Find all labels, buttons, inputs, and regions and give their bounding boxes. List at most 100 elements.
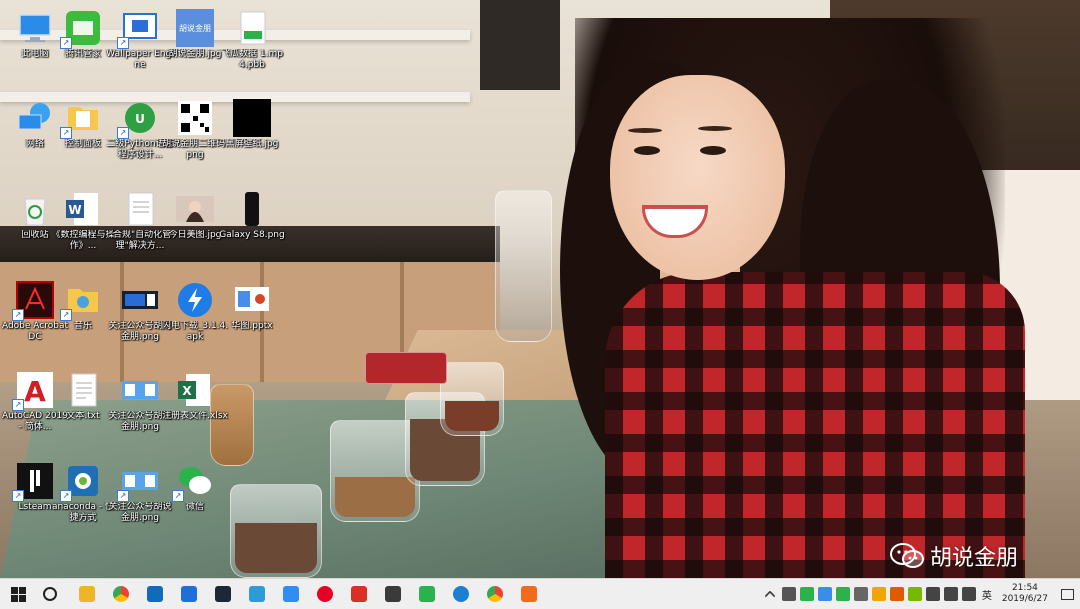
gold-app-icon [385,586,401,602]
cortana-button[interactable] [36,579,64,609]
gear-tray-icon[interactable] [853,587,868,601]
sogou-icon [521,586,537,602]
text-file-icon [64,371,102,409]
action-center-button[interactable] [1054,579,1080,609]
edge-legacy-icon [249,586,265,602]
clock[interactable]: 21:54 2019/6/27 [1002,583,1048,605]
shortcut-arrow-icon: ↗ [60,490,72,502]
shortcut-arrow-icon: ↗ [117,37,129,49]
shield-tray-icon[interactable] [889,587,904,601]
shortcut-arrow-icon: ↗ [60,127,72,139]
taskbar-app-button[interactable] [512,579,546,609]
wechat-tray-icon[interactable] [799,587,814,601]
desktop-icon-label: 注册表文件.xlsx [162,411,228,421]
volume-icon[interactable] [961,587,976,601]
qrcode-icon [176,99,214,137]
excel-icon: X [176,371,214,409]
desktop-icon[interactable]: 黑屏壁纸.jpg [217,95,287,150]
notification-icon [1060,588,1074,600]
shortcut-arrow-icon: ↗ [12,399,24,411]
hushuo-logo-icon: 胡说金朋 [176,9,214,47]
pdf-reader-icon [351,586,367,602]
taskbar-app-button[interactable] [70,579,104,609]
svg-text:胡说金朋: 胡说金朋 [179,23,211,33]
security-tray-icon[interactable] [817,587,832,601]
taskbar-app-button[interactable] [240,579,274,609]
chevron-up-icon[interactable] [764,590,776,602]
taskbar-app-button[interactable] [376,579,410,609]
tencent-manager-icon: ↗ [60,9,102,49]
taskbar-app-button[interactable] [410,579,444,609]
svg-text:W: W [68,203,81,217]
wechat-icon: ↗ [172,462,214,502]
taskbar-app-button[interactable] [444,579,478,609]
start-button[interactable] [0,579,36,609]
shortcut-arrow-icon: ↗ [117,127,129,139]
app-tray-icon[interactable] [835,587,850,601]
clock-time: 21:54 [1011,583,1038,593]
ie-icon [453,586,469,602]
shortcut-arrow-icon: ↗ [60,37,72,49]
taskbar-app-button[interactable] [274,579,308,609]
taskbar-app-button[interactable] [308,579,342,609]
folder-tray-icon[interactable] [871,587,886,601]
svg-text:X: X [182,384,192,398]
desktop-icon[interactable]: 飞瓜数据 1.mp4.pbb [217,5,287,71]
cortana-circle-icon [43,587,57,601]
desktop-icon-label: 微信 [185,502,204,512]
shortcut-arrow-icon: ↗ [12,309,24,321]
taskbar-app-button[interactable] [206,579,240,609]
phone-image-icon [233,190,271,228]
chrome-icon [113,586,129,602]
baidu-netdisk-icon [283,586,299,602]
taskbar-app-button[interactable] [478,579,512,609]
taskbar-app-button[interactable] [104,579,138,609]
pbb-file-icon [233,9,271,47]
file-explorer-icon [79,586,95,602]
taskbar-app-button[interactable] [172,579,206,609]
pptx-icon [233,281,271,319]
desktop-icon-label: 黑屏壁纸.jpg [225,139,279,149]
desktop-icon[interactable]: 华图.pptx [217,277,287,332]
taskbar-app-button[interactable] [138,579,172,609]
wechat-icon [419,586,435,602]
music-folder-icon: ↗ [60,281,102,321]
ime-indicator[interactable]: 英 [982,587,992,602]
watermark-text: 胡说金朋 [930,546,1019,571]
desktop-icon[interactable]: X 注册表文件.xlsx [160,367,230,422]
photo-icon [176,190,214,228]
desktop-icon-area: 此电脑 网络 回收站 ↗ Adobe Acrobat DC A ↗ AutoCAD 2019 … [0,0,1080,578]
battery-icon[interactable] [925,587,940,601]
shortcut-arrow-icon: ↗ [12,490,24,502]
desktop-icon-label: 华图.pptx [231,321,273,331]
taskbar-app-button[interactable] [342,579,376,609]
system-tray: 英 21:54 2019/6/27 [760,579,1080,609]
desktop-icon[interactable]: Galaxy S8.png [217,186,287,241]
document-icon [121,190,159,228]
chrome-icon [487,586,503,602]
store-icon [147,586,163,602]
image-card-icon [121,281,159,319]
tray-icons [760,587,978,602]
clock-date: 2019/6/27 [1001,594,1048,604]
netease-music-icon [317,586,333,602]
wechat-official-account-icon [890,543,924,569]
svg-text:U: U [135,112,145,126]
nvidia-tray-icon[interactable] [907,587,922,601]
shortcut-arrow-icon: ↗ [172,490,184,502]
desktop-icon[interactable]: ↗ 微信 [160,458,230,513]
windows-logo-icon [10,586,26,602]
wallpaper-engine-icon: ↗ [117,9,159,49]
network-tray-icon[interactable] [943,587,958,601]
folder-icon: ↗ [60,99,102,139]
black-image-icon [233,99,271,137]
desktop-icon-label: 飞瓜数据 1.mp4.pbb [221,49,283,70]
watermark: 胡说金朋 [890,540,1018,572]
shortcut-arrow-icon: ↗ [60,309,72,321]
svg-text:A: A [24,375,46,408]
python-exam-icon: U ↗ [117,99,159,139]
remote-desktop-icon [181,586,197,602]
steam-tray-icon[interactable] [781,587,796,601]
image-card-blue-icon: ↗ [117,462,159,502]
word-icon: W [64,190,102,228]
